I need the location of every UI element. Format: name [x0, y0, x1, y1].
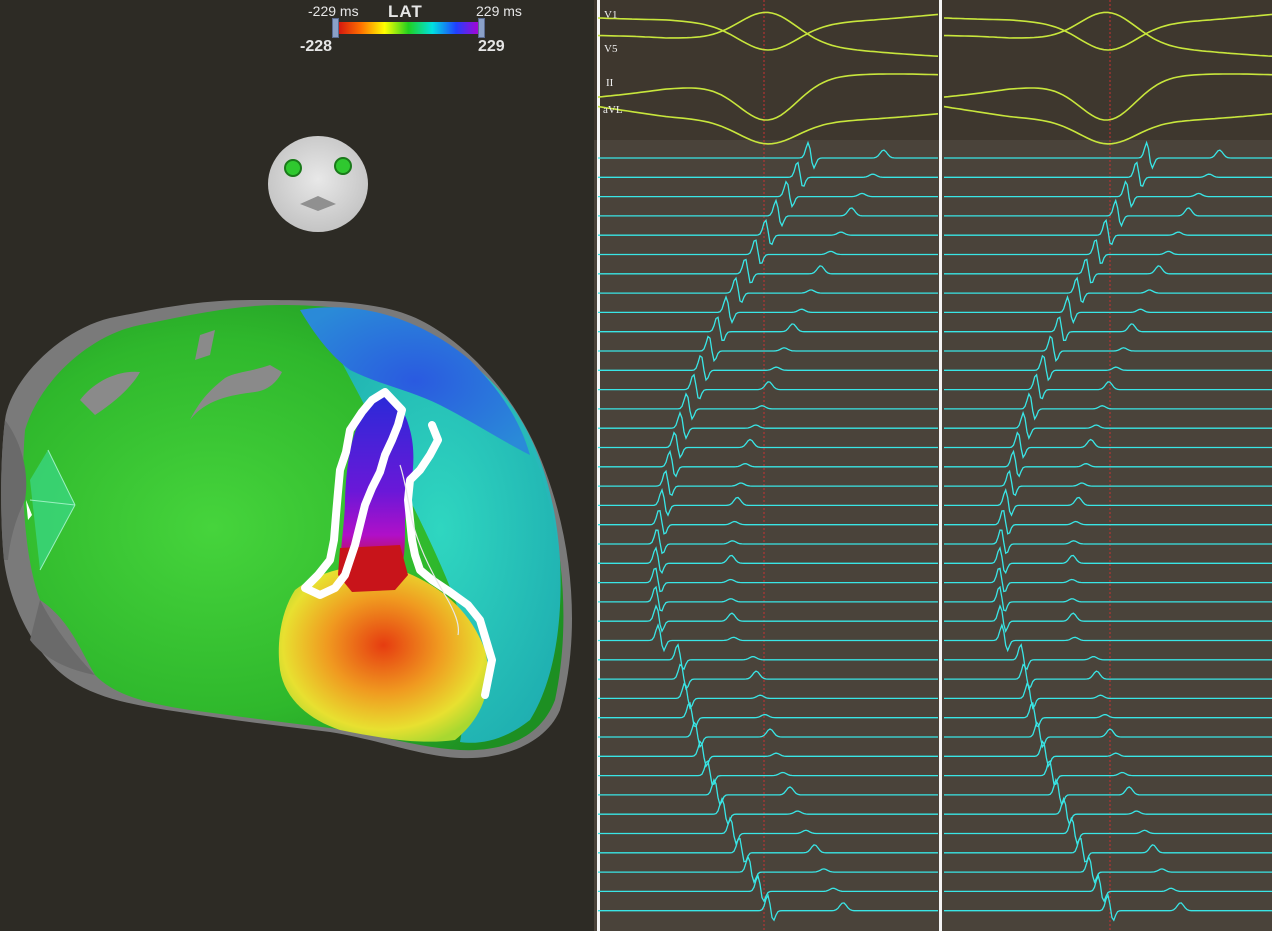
intracardiac-channel	[944, 720, 1272, 749]
intracardiac-channel	[598, 682, 938, 710]
intracardiac-channel	[598, 161, 938, 187]
intracardiac-channel	[944, 529, 1272, 555]
intracardiac-channel	[598, 431, 938, 459]
intracardiac-channel	[944, 796, 1272, 827]
intracardiac-channel	[598, 411, 938, 440]
intracardiac-channel	[944, 585, 1272, 612]
lat-min-slider-handle[interactable]	[332, 18, 339, 38]
intracardiac-channel	[598, 893, 938, 922]
intracardiac-channel	[944, 682, 1272, 710]
intracardiac-channel	[944, 487, 1272, 517]
panel-divider-1	[597, 0, 600, 931]
orientation-head-icon[interactable]	[268, 136, 368, 232]
intracardiac-channel	[598, 720, 938, 749]
intracardiac-channel	[944, 410, 1272, 441]
intracardiac-channel	[944, 258, 1272, 284]
intracardiac-channel	[598, 198, 938, 228]
intracardiac-channel	[598, 837, 938, 863]
intracardiac-channel	[944, 239, 1272, 265]
intracardiac-channel	[944, 816, 1272, 846]
intracardiac-channel	[944, 140, 1272, 170]
intracardiac-channel	[598, 701, 938, 728]
intracardiac-channel	[598, 140, 938, 170]
intracardiac-channel	[944, 701, 1272, 728]
intracardiac-channel	[598, 354, 938, 382]
intracardiac-channel	[944, 546, 1272, 575]
lat-max-ms-label: 229 ms	[476, 3, 522, 19]
intracardiac-channel	[944, 431, 1272, 460]
intracardiac-channel	[598, 529, 938, 555]
intracardiac-channel	[944, 623, 1272, 653]
lat-min-ms-label: -229 ms	[308, 3, 359, 19]
intracardiac-channel	[598, 663, 938, 691]
intracardiac-channel	[598, 816, 938, 846]
intracardiac-channel	[944, 643, 1272, 671]
intracardiac-channel	[598, 488, 938, 517]
intracardiac-channel	[598, 778, 938, 807]
intracardiac-channel	[598, 567, 938, 593]
lat-max-value: 229	[478, 38, 505, 55]
intracardiac-channel	[598, 392, 938, 421]
intracardiac-channel	[944, 180, 1272, 209]
intracardiac-channel	[598, 604, 938, 633]
lead-label-ii: II	[606, 77, 614, 89]
lat-min-value: -228	[300, 38, 333, 55]
electrogram-panel[interactable]	[594, 0, 1272, 931]
intracardiac-channel	[944, 392, 1272, 421]
intracardiac-channel	[944, 354, 1272, 382]
intracardiac-channel	[598, 623, 938, 653]
intracardiac-channel	[944, 198, 1272, 228]
intracardiac-channel	[944, 449, 1272, 478]
lat-max-slider-handle[interactable]	[478, 18, 485, 38]
heart-shell-icon[interactable]	[1, 300, 572, 759]
intracardiac-channel	[598, 854, 938, 884]
intracardiac-channel	[944, 854, 1272, 884]
intracardiac-channel	[598, 239, 938, 265]
lead-label-avl: aVL	[603, 104, 623, 116]
intracardiac-channel	[598, 740, 938, 768]
intracardiac-channel	[944, 161, 1272, 187]
lat-map-panel[interactable]: -229 ms LAT 229 ms -228 229	[0, 0, 594, 931]
intracardiac-channel	[944, 604, 1272, 633]
intracardiac-channel	[598, 258, 938, 284]
lead-label-v5: V5	[604, 43, 618, 55]
intracardiac-channel	[944, 373, 1272, 400]
electrogram-traces	[594, 0, 1272, 931]
intracardiac-channel	[598, 449, 938, 478]
intracardiac-channel	[944, 509, 1272, 535]
intracardiac-channel	[944, 316, 1272, 341]
intracardiac-channel	[598, 469, 938, 497]
intracardiac-channel	[944, 469, 1272, 497]
intracardiac-channel	[598, 585, 938, 612]
intracardiac-channel	[598, 276, 938, 304]
intracardiac-channel	[944, 837, 1272, 863]
intracardiac-channel	[598, 373, 938, 400]
intracardiac-channel	[944, 276, 1272, 304]
lat-colorbar-title: LAT	[388, 2, 423, 21]
intracardiac-channel	[598, 509, 938, 535]
lead-label-v1: V1	[604, 9, 618, 21]
lat-colorbar	[337, 22, 480, 34]
intracardiac-channel	[944, 567, 1272, 593]
intracardiac-channel	[598, 316, 938, 341]
intracardiac-channel	[598, 760, 938, 785]
intracardiac-channel	[598, 796, 938, 826]
intracardiac-channel	[598, 295, 938, 325]
intracardiac-channel	[944, 294, 1272, 325]
intracardiac-channel	[598, 180, 938, 209]
intracardiac-channel	[944, 218, 1272, 246]
panel-divider-2	[939, 0, 942, 931]
intracardiac-channel	[944, 893, 1272, 922]
intracardiac-channel	[944, 759, 1272, 785]
intracardiac-channel	[598, 218, 938, 246]
intracardiac-channel	[944, 778, 1272, 807]
anatomy-map-view[interactable]	[0, 0, 594, 931]
intracardiac-channel	[598, 335, 938, 363]
intracardiac-channel	[944, 663, 1272, 691]
intracardiac-channel	[598, 643, 938, 671]
intracardiac-channel	[944, 335, 1272, 363]
intracardiac-channel	[944, 740, 1272, 768]
intracardiac-channel	[598, 546, 938, 575]
